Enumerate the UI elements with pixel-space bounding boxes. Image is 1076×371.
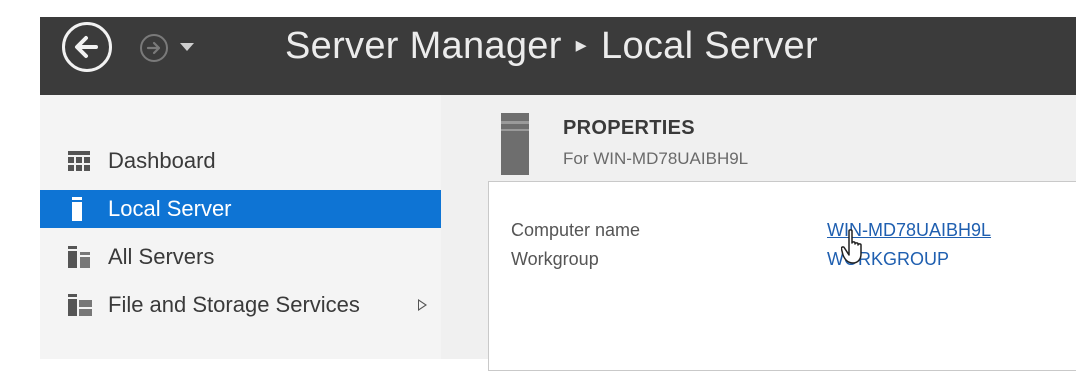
breadcrumb-current: Local Server xyxy=(601,25,818,67)
forward-arrow-icon xyxy=(146,41,161,55)
servers-icon xyxy=(68,246,90,268)
storage-icon xyxy=(68,294,92,316)
left-edge xyxy=(0,17,40,359)
server-icon xyxy=(72,197,82,221)
sidebar-item-all-servers[interactable]: All Servers xyxy=(40,238,441,276)
sidebar-item-label: All Servers xyxy=(108,244,215,269)
sidebar-item-file-storage[interactable]: File and Storage Services xyxy=(40,286,441,324)
properties-heading: PROPERTIES xyxy=(563,117,695,139)
server-tower-icon xyxy=(501,113,529,175)
sidebar-item-label: File and Storage Services xyxy=(108,292,360,317)
sidebar-item-dashboard[interactable]: Dashboard xyxy=(40,142,441,180)
back-button[interactable] xyxy=(62,22,112,72)
page-title: Server Manager ▸ Local Server xyxy=(285,22,818,75)
sidebar-item-local-server[interactable]: Local Server xyxy=(40,190,441,228)
sidebar-item-label: Local Server xyxy=(108,196,232,221)
main-content: PROPERTIES For WIN-MD78UAIBH9L Computer … xyxy=(441,95,1076,371)
properties-panel: Computer name WIN-MD78UAIBH9L Workgroup … xyxy=(488,181,1076,371)
computer-name-label: Computer name xyxy=(511,220,641,240)
title-bar: Server Manager ▸ Local Server xyxy=(40,17,1076,95)
properties-subtitle: For WIN-MD78UAIBH9L xyxy=(563,149,749,168)
workgroup-label: Workgroup xyxy=(511,249,599,269)
expand-submenu-icon[interactable] xyxy=(418,299,427,311)
breadcrumb-separator: ▸ xyxy=(575,32,588,57)
dashboard-grid-icon xyxy=(68,151,90,171)
top-strip xyxy=(0,0,1076,17)
history-dropdown-icon[interactable] xyxy=(180,43,194,51)
back-arrow-icon xyxy=(75,36,98,58)
hand-cursor-icon xyxy=(841,229,862,264)
sidebar-item-label: Dashboard xyxy=(108,148,216,173)
app-title: Server Manager xyxy=(285,25,562,67)
forward-button[interactable] xyxy=(140,34,168,62)
sidebar: Dashboard Local Server All Servers File … xyxy=(40,95,441,359)
